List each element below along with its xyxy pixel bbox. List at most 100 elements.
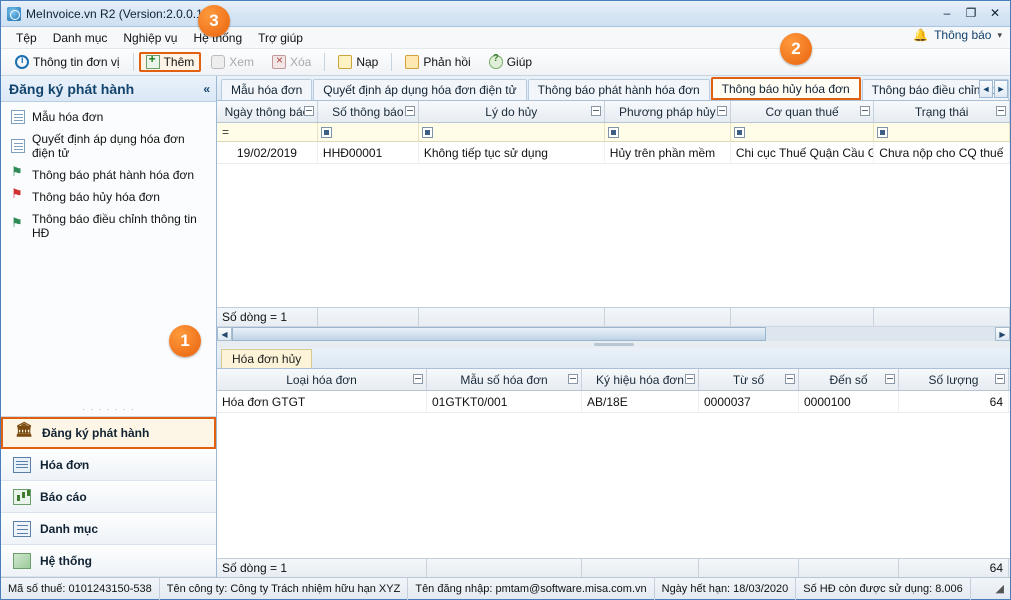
toolbar-button-xoa[interactable]: Xóa: [264, 51, 319, 73]
filter-icon[interactable]: [404, 106, 415, 116]
table-row[interactable]: 19/02/2019 HHĐ00001 Không tiếp tục sử dụ…: [217, 142, 1011, 164]
flag-red-icon: [11, 186, 25, 204]
column-header-so-luong[interactable]: Số lượng: [899, 369, 1009, 390]
filter-operator-equals[interactable]: =: [220, 125, 229, 139]
menu-item-nghiep-vu[interactable]: Nghiệp vụ: [116, 29, 184, 47]
column-header-tu-so[interactable]: Từ số: [699, 369, 799, 390]
title-bar: MeInvoice.vn R2 (Version:2.0.0.10) – ❐ ✕: [1, 1, 1010, 27]
sidebar-item-thong-bao-huy[interactable]: Thông báo hủy hóa đơn: [1, 186, 216, 208]
scroll-left-icon[interactable]: ◀: [217, 327, 232, 341]
toolbar-button-them[interactable]: Thêm: [138, 52, 202, 72]
column-header-den-so[interactable]: Đến số: [799, 369, 899, 390]
sidebar-nav: Đăng ký phát hành Hóa đơn Báo cáo Danh m…: [1, 416, 216, 577]
collapse-icon[interactable]: «: [203, 82, 210, 96]
toolbar-button-xem[interactable]: Xem: [203, 51, 262, 73]
scroll-thumb[interactable]: [232, 327, 767, 341]
scroll-track[interactable]: [232, 327, 995, 341]
filter-icon[interactable]: [590, 106, 601, 116]
sidebar-item-thong-bao-phat-hanh[interactable]: Thông báo phát hành hóa đơn: [1, 164, 216, 186]
filter-cell-so-thong-bao[interactable]: [318, 123, 419, 141]
sidebar-item-thong-bao-dieu-chinh[interactable]: Thông báo điều chỉnh thông tin HĐ: [1, 208, 216, 244]
menu-item-tro-giup[interactable]: Trợ giúp: [251, 29, 310, 47]
column-header-trang-thai[interactable]: Trạng thái: [874, 101, 1011, 122]
cell-loai-hoa-don: Hóa đơn GTGT: [217, 391, 427, 412]
filter-icon[interactable]: [996, 106, 1007, 116]
filter-icon[interactable]: [860, 106, 871, 116]
sidebar-nav-label: Danh mục: [40, 521, 99, 536]
sidebar-header: Đăng ký phát hành «: [1, 76, 216, 102]
filter-icon[interactable]: [716, 106, 727, 116]
filter-icon[interactable]: [568, 374, 578, 384]
window-controls[interactable]: – ❐ ✕: [936, 4, 1006, 22]
sidebar-grip-handle[interactable]: · · · · · · ·: [1, 404, 216, 416]
filter-box-icon[interactable]: [733, 126, 745, 138]
filter-box-icon[interactable]: [607, 126, 619, 138]
cell-co-quan-thue: Chi cục Thuế Quận Cầu Gi: [731, 142, 875, 163]
tab-thong-bao-phat-hanh[interactable]: Thông báo phát hành hóa đơn: [527, 79, 710, 100]
filter-icon[interactable]: [785, 374, 795, 384]
filter-icon[interactable]: [885, 374, 895, 384]
flag-green-icon: [11, 164, 25, 182]
cell-ly-do-huy: Không tiếp tục sử dụng: [419, 142, 605, 163]
sidebar-nav-dang-ky-phat-hanh[interactable]: Đăng ký phát hành: [1, 417, 216, 449]
maximize-button[interactable]: ❐: [960, 4, 982, 22]
chevron-down-icon[interactable]: ▾: [997, 30, 1002, 41]
toolbar: Thông tin đơn vị Thêm Xem Xóa Nạp Phản h…: [1, 49, 1010, 76]
sidebar-nav-hoa-don[interactable]: Hóa đơn: [1, 449, 216, 481]
sidebar-nav-danh-muc[interactable]: Danh mục: [1, 513, 216, 545]
filter-box-icon[interactable]: [320, 126, 332, 138]
filter-cell-co-quan-thue[interactable]: [731, 123, 875, 141]
column-header-mau-so-hoa-don[interactable]: Mẫu số hóa đơn: [427, 369, 582, 390]
filter-cell-trang-thai[interactable]: [874, 123, 1010, 141]
tab-thong-bao-huy-hoa-don[interactable]: Thông báo hủy hóa đơn: [710, 77, 861, 100]
filter-cell-phuong-phap-huy[interactable]: [605, 123, 731, 141]
toolbar-button-thong-tin-don-vi[interactable]: Thông tin đơn vị: [7, 51, 128, 73]
filter-icon[interactable]: [303, 106, 314, 116]
tab-quyet-dinh-ap-dung[interactable]: Quyết định áp dụng hóa đơn điện tử: [313, 79, 527, 100]
minimize-button[interactable]: –: [936, 4, 958, 22]
tab-mau-hoa-don[interactable]: Mẫu hóa đơn: [221, 79, 313, 100]
column-header-so-thong-bao[interactable]: Số thông báo: [318, 101, 419, 122]
upper-grid-hscrollbar[interactable]: ◀ ▶: [217, 326, 1010, 341]
column-header-ly-do-huy[interactable]: Lý do hủy: [419, 101, 605, 122]
filter-icon[interactable]: [413, 374, 423, 384]
column-header-loai-hoa-don[interactable]: Loại hóa đơn: [217, 369, 427, 390]
menu-item-tep[interactable]: Tệp: [9, 29, 44, 47]
tab-scroll-right-button[interactable]: ►: [994, 80, 1008, 98]
tab-hoa-don-huy[interactable]: Hóa đơn hủy: [221, 349, 313, 368]
filter-cell-ngay-thong-bao[interactable]: =: [217, 123, 318, 141]
close-button[interactable]: ✕: [984, 4, 1006, 22]
toolbar-button-phan-hoi[interactable]: Phản hồi: [397, 51, 478, 73]
filter-box-icon[interactable]: [877, 126, 889, 138]
menu-item-danh-muc[interactable]: Danh mục: [46, 29, 115, 47]
scroll-right-icon[interactable]: ▶: [995, 327, 1010, 341]
plus-icon: [145, 52, 160, 69]
step-badge-3: 3: [198, 5, 230, 37]
refresh-icon: [338, 55, 353, 69]
column-header-co-quan-thue[interactable]: Cơ quan thuế: [731, 101, 875, 122]
table-row[interactable]: Hóa đơn GTGT 01GTKT0/001 AB/18E 0000037 …: [217, 391, 1010, 413]
sidebar-item-quyet-dinh-ap-dung[interactable]: Quyết định áp dụng hóa đơn điện tử: [1, 128, 216, 164]
sidebar-nav-label: Báo cáo: [40, 489, 87, 504]
column-header-phuong-phap-huy[interactable]: Phương pháp hủy: [605, 101, 731, 122]
tab-scroll-buttons[interactable]: ◄ ►: [979, 80, 1008, 98]
resize-grip-icon[interactable]: ◢: [971, 582, 1010, 595]
filter-icon[interactable]: [995, 374, 1005, 384]
sidebar-nav-bao-cao[interactable]: Báo cáo: [1, 481, 216, 513]
column-header-ky-hieu-hoa-don[interactable]: Ký hiệu hóa đơn: [582, 369, 699, 390]
sidebar-item-label: Mẫu hóa đơn: [32, 110, 104, 124]
bank-icon: [15, 421, 33, 441]
toolbar-button-nap[interactable]: Nạp: [330, 51, 386, 73]
sidebar-nav-he-thong[interactable]: Hệ thống: [1, 545, 216, 577]
status-ten-dang-nhap: Tên đăng nhập: pmtam@software.misa.com.v…: [408, 577, 655, 600]
sidebar-item-mau-hoa-don[interactable]: Mẫu hóa đơn: [1, 106, 216, 128]
filter-cell-ly-do-huy[interactable]: [419, 123, 605, 141]
toolbar-button-giup[interactable]: Giúp: [481, 51, 540, 73]
grid-splitter[interactable]: [217, 341, 1010, 348]
column-header-ngay-thong-bao[interactable]: Ngày thông báo: [217, 101, 318, 122]
footer-cell: [427, 558, 582, 578]
filter-box-icon[interactable]: [421, 126, 433, 138]
tab-scroll-left-button[interactable]: ◄: [979, 80, 993, 98]
filter-icon[interactable]: [685, 374, 695, 384]
notification-area[interactable]: 🔔 Thông báo ▾: [913, 28, 1002, 42]
